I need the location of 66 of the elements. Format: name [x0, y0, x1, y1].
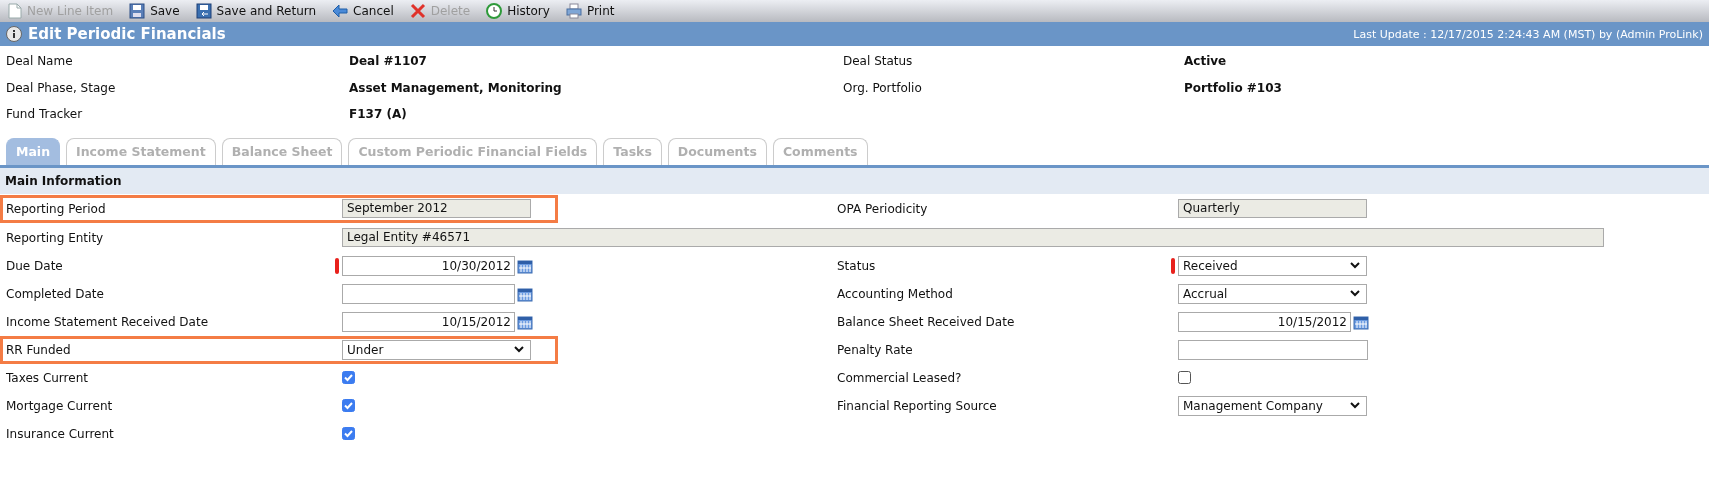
readonly-field: Quarterly	[1178, 199, 1367, 218]
dropdown[interactable]: Received	[1178, 255, 1367, 276]
page-icon	[8, 3, 22, 19]
field-label: OPA Periodicity	[837, 201, 929, 216]
checkbox[interactable]	[1178, 371, 1191, 384]
toolbar-button[interactable]: Cancel	[328, 4, 398, 18]
toolbar-button[interactable]: Print	[561, 3, 619, 19]
x-icon	[409, 3, 426, 19]
toolbar-button[interactable]: Save	[125, 3, 184, 19]
header-value: Deal #1107	[349, 54, 427, 69]
calendar-icon[interactable]	[517, 313, 533, 330]
header-label: Deal Phase, Stage	[6, 80, 117, 95]
field-label: RR Funded	[5, 342, 72, 357]
field-label: Insurance Current	[5, 426, 115, 441]
dropdown[interactable]: Management Company	[1178, 395, 1367, 416]
calendar-icon[interactable]	[1353, 313, 1369, 330]
field-label: Financial Reporting Source	[837, 398, 998, 413]
header-label: Deal Name	[6, 54, 74, 69]
floppy-icon	[195, 3, 212, 19]
field-label: Mortgage Current	[5, 398, 114, 413]
date-field[interactable]: 10/15/2012	[342, 311, 515, 332]
info-icon	[6, 26, 22, 42]
chevron-down-icon	[1350, 262, 1360, 269]
left-arrow-icon	[332, 4, 349, 18]
toolbar-button[interactable]: Save and Return	[191, 3, 321, 19]
last-update-text: Last Update : 12/17/2015 2:24:43 AM (MST) by (Admin ProLink)	[1353, 27, 1703, 41]
header-label: Deal Status	[843, 54, 914, 69]
field-label: Reporting Period	[5, 201, 107, 216]
toolbar-button[interactable]: History	[482, 3, 554, 19]
header-value: Asset Management, Monitoring	[349, 80, 562, 95]
header-value: F137 (A)	[349, 107, 407, 122]
field-label: Accounting Method	[837, 286, 954, 301]
date-field[interactable]: 10/30/2012	[342, 255, 515, 276]
chevron-down-icon	[1350, 290, 1360, 297]
clock-icon	[486, 3, 503, 19]
dropdown[interactable]: Under	[342, 339, 531, 360]
field-label: Balance Sheet Received Date	[837, 314, 1016, 329]
field-label: Taxes Current	[5, 370, 89, 385]
field-label: Income Statement Received Date	[5, 314, 210, 329]
readonly-field: September 2012	[342, 199, 531, 218]
field-label: Status	[837, 258, 877, 273]
chevron-down-icon	[1350, 402, 1360, 409]
header-value: Active	[1184, 54, 1227, 69]
date-field[interactable]	[342, 283, 515, 304]
field-label: Commercial Leased?	[837, 370, 963, 385]
floppy-icon	[129, 3, 146, 19]
field-label: Completed Date	[5, 286, 105, 301]
field-label: Penalty Rate	[837, 342, 914, 357]
chevron-down-icon	[514, 346, 524, 353]
calendar-icon[interactable]	[517, 285, 533, 302]
page-title: Edit Periodic Financials	[28, 25, 226, 43]
field-label: Due Date	[5, 258, 64, 273]
checkbox[interactable]	[342, 399, 355, 412]
header-label: Org. Portfolio	[843, 80, 923, 95]
date-field[interactable]: 10/15/2012	[1178, 311, 1351, 332]
header-value: Portfolio #103	[1184, 80, 1282, 95]
section-title: Main Information	[5, 173, 122, 188]
dropdown[interactable]: Accrual	[1178, 283, 1367, 304]
calendar-icon[interactable]	[517, 257, 533, 274]
readonly-field: Legal Entity #46571	[342, 228, 1604, 247]
input-field[interactable]	[1178, 339, 1368, 360]
field-label: Reporting Entity	[5, 230, 105, 245]
header-label: Fund Tracker	[6, 107, 84, 122]
printer-icon	[565, 3, 582, 19]
checkbox[interactable]	[342, 371, 355, 384]
checkbox[interactable]	[342, 427, 355, 440]
